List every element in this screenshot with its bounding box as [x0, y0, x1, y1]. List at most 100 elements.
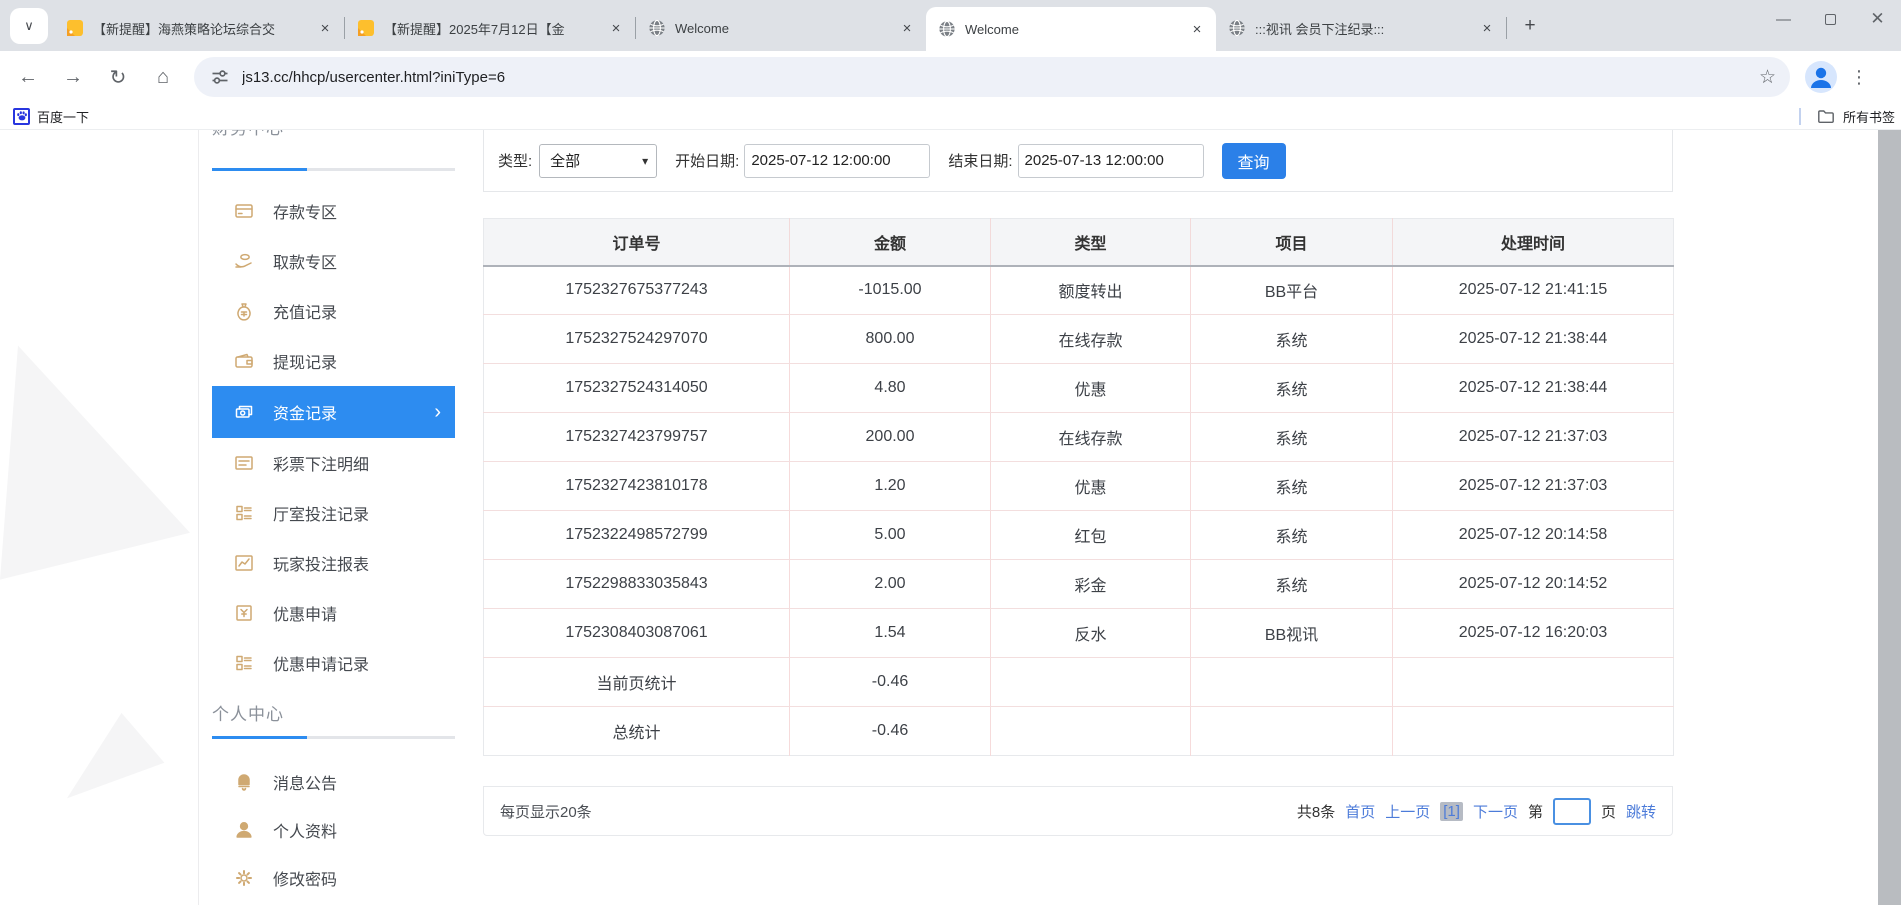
browser-tab-2[interactable]: 【新提醒】2025年7月12日【金× [345, 8, 635, 48]
table-cell: 在线存款 [991, 315, 1191, 364]
table-cell: 800.00 [790, 315, 991, 364]
column-header: 类型 [991, 219, 1191, 266]
start-date-input[interactable] [744, 144, 930, 178]
tab-title: Welcome [675, 21, 890, 36]
sidebar-item-label: 优惠申请记录 [273, 651, 369, 675]
table-cell: 系统 [1191, 560, 1393, 609]
table-row: 17523275243140504.80优惠系统2025-07-12 21:38… [484, 364, 1674, 413]
back-button[interactable]: ← [11, 60, 45, 94]
bookmark-star-icon[interactable]: ☆ [1759, 66, 1776, 89]
sidebar-item-消息公告[interactable]: 消息公告 [212, 758, 455, 806]
jump-button[interactable]: 跳转 [1626, 801, 1656, 822]
table-cell: 优惠 [991, 364, 1191, 413]
home-button[interactable]: ⌂ [146, 60, 180, 94]
table-cell: 5.00 [790, 511, 991, 560]
grid-list-icon [234, 653, 256, 673]
table-cell [1393, 707, 1674, 756]
table-cell [991, 658, 1191, 707]
jump-page-input[interactable] [1553, 798, 1591, 825]
sidebar-item-资金记录[interactable]: 资金记录› [212, 386, 455, 438]
search-button[interactable]: 查询 [1222, 143, 1286, 179]
close-tab-icon[interactable]: × [316, 19, 334, 37]
site-settings-icon[interactable] [210, 67, 230, 87]
refresh-button[interactable]: ↻ [101, 60, 135, 94]
section-underline [212, 168, 455, 171]
all-bookmarks[interactable]: 所有书签 [1799, 107, 1895, 126]
close-window-button[interactable]: ✕ [1854, 0, 1901, 38]
table-cell: 系统 [1191, 364, 1393, 413]
close-tab-icon[interactable]: × [1188, 20, 1206, 38]
minimize-button[interactable]: — [1760, 0, 1807, 38]
tab-search-button[interactable]: ∨ [10, 8, 48, 44]
sidebar-item-个人资料[interactable]: 个人资料 [212, 806, 455, 854]
prev-page-link[interactable]: 上一页 [1385, 801, 1430, 822]
sidebar-item-存款专区[interactable]: 存款专区 [212, 186, 455, 236]
tab-title: Welcome [965, 22, 1180, 37]
browser-menu-icon[interactable]: ⋮ [1850, 67, 1868, 88]
globe-favicon-icon [938, 20, 956, 38]
window-controls: — ✕ [1760, 0, 1901, 38]
divider [1799, 108, 1801, 125]
new-tab-button[interactable]: + [1515, 11, 1545, 41]
forward-button[interactable]: → [56, 60, 90, 94]
table-cell: 1752327524314050 [484, 364, 790, 413]
table-cell: 系统 [1191, 315, 1393, 364]
table-header-row: 订单号金额类型项目处理时间 [484, 219, 1674, 266]
sidebar-item-label: 厅室投注记录 [273, 501, 369, 525]
sidebar-finance-items: 存款专区取款专区充值记录提现记录资金记录›彩票下注明细厅室投注记录玩家投注报表优… [212, 186, 455, 688]
table-row: 17523224985727995.00红包系统2025-07-12 20:14… [484, 511, 1674, 560]
divider [198, 130, 199, 905]
url-text[interactable]: js13.cc/hhcp/usercenter.html?iniType=6 [242, 69, 1751, 86]
first-page-link[interactable]: 首页 [1345, 801, 1375, 822]
sidebar-item-厅室投注记录[interactable]: 厅室投注记录 [212, 488, 455, 538]
table-cell: 总统计 [484, 707, 790, 756]
address-bar[interactable]: js13.cc/hhcp/usercenter.html?iniType=6 ☆ [194, 57, 1790, 97]
profile-avatar[interactable] [1804, 60, 1838, 94]
sidebar-item-玩家投注报表[interactable]: 玩家投注报表 [212, 538, 455, 588]
forward-icon: → [63, 66, 83, 89]
type-select[interactable]: 全部 ▾ [539, 144, 657, 178]
maximize-button[interactable] [1807, 0, 1854, 38]
decorative-triangle [50, 710, 180, 806]
next-page-link[interactable]: 下一页 [1473, 801, 1518, 822]
sidebar-item-充值记录[interactable]: 充值记录 [212, 286, 455, 336]
table-cell: 红包 [991, 511, 1191, 560]
browser-tab-5[interactable]: :::视讯 会员下注纪录:::× [1216, 8, 1506, 48]
browser-tab-4[interactable]: Welcome × [926, 7, 1216, 51]
table-cell: 1.54 [790, 609, 991, 658]
sidebar-personal-items: 消息公告个人资料修改密码 [212, 758, 455, 902]
end-date-input[interactable] [1018, 144, 1204, 178]
table-cell: -1015.00 [790, 266, 991, 315]
sidebar-item-label: 充值记录 [273, 299, 337, 323]
close-tab-icon[interactable]: × [1478, 19, 1496, 37]
wallet-icon [234, 351, 256, 371]
table-cell: 1752308403087061 [484, 609, 790, 658]
sidebar-item-取款专区[interactable]: 取款专区 [212, 236, 455, 286]
table-row: 当前页统计-0.46 [484, 658, 1674, 707]
sidebar-item-优惠申请记录[interactable]: 优惠申请记录 [212, 638, 455, 688]
table-cell: 系统 [1191, 511, 1393, 560]
browser-tab-1[interactable]: 【新提醒】海燕策略论坛综合交× [54, 8, 344, 48]
minimize-icon: — [1776, 11, 1791, 28]
column-header: 项目 [1191, 219, 1393, 266]
column-header: 订单号 [484, 219, 790, 266]
tab-strip: 【新提醒】海燕策略论坛综合交×【新提醒】2025年7月12日【金×Welcome… [54, 7, 1507, 51]
deposit-card-icon [234, 201, 256, 221]
browser-window: ∨ 【新提醒】海燕策略论坛综合交×【新提醒】2025年7月12日【金×Welco… [0, 0, 1901, 905]
globe-favicon-icon [1228, 19, 1246, 37]
close-tab-icon[interactable]: × [898, 19, 916, 37]
sidebar-item-修改密码[interactable]: 修改密码 [212, 854, 455, 902]
page-content: 财务中心 存款专区取款专区充值记录提现记录资金记录›彩票下注明细厅室投注记录玩家… [0, 130, 1901, 905]
table-cell: 彩金 [991, 560, 1191, 609]
sidebar-item-优惠申请[interactable]: 优惠申请 [212, 588, 455, 638]
end-date-label: 结束日期: [948, 150, 1012, 171]
sidebar-item-彩票下注明细[interactable]: 彩票下注明细 [212, 438, 455, 488]
table-row: 1752327524297070800.00在线存款系统2025-07-12 2… [484, 315, 1674, 364]
sidebar-item-label: 取款专区 [273, 249, 337, 273]
bookmarks-bar: 百度一下 所有书签 [0, 103, 1901, 130]
browser-tab-3[interactable]: Welcome × [636, 8, 926, 48]
table-cell [991, 707, 1191, 756]
sidebar-item-提现记录[interactable]: 提现记录 [212, 336, 455, 386]
close-tab-icon[interactable]: × [607, 19, 625, 37]
bookmark-baidu[interactable]: 百度一下 [13, 107, 89, 126]
